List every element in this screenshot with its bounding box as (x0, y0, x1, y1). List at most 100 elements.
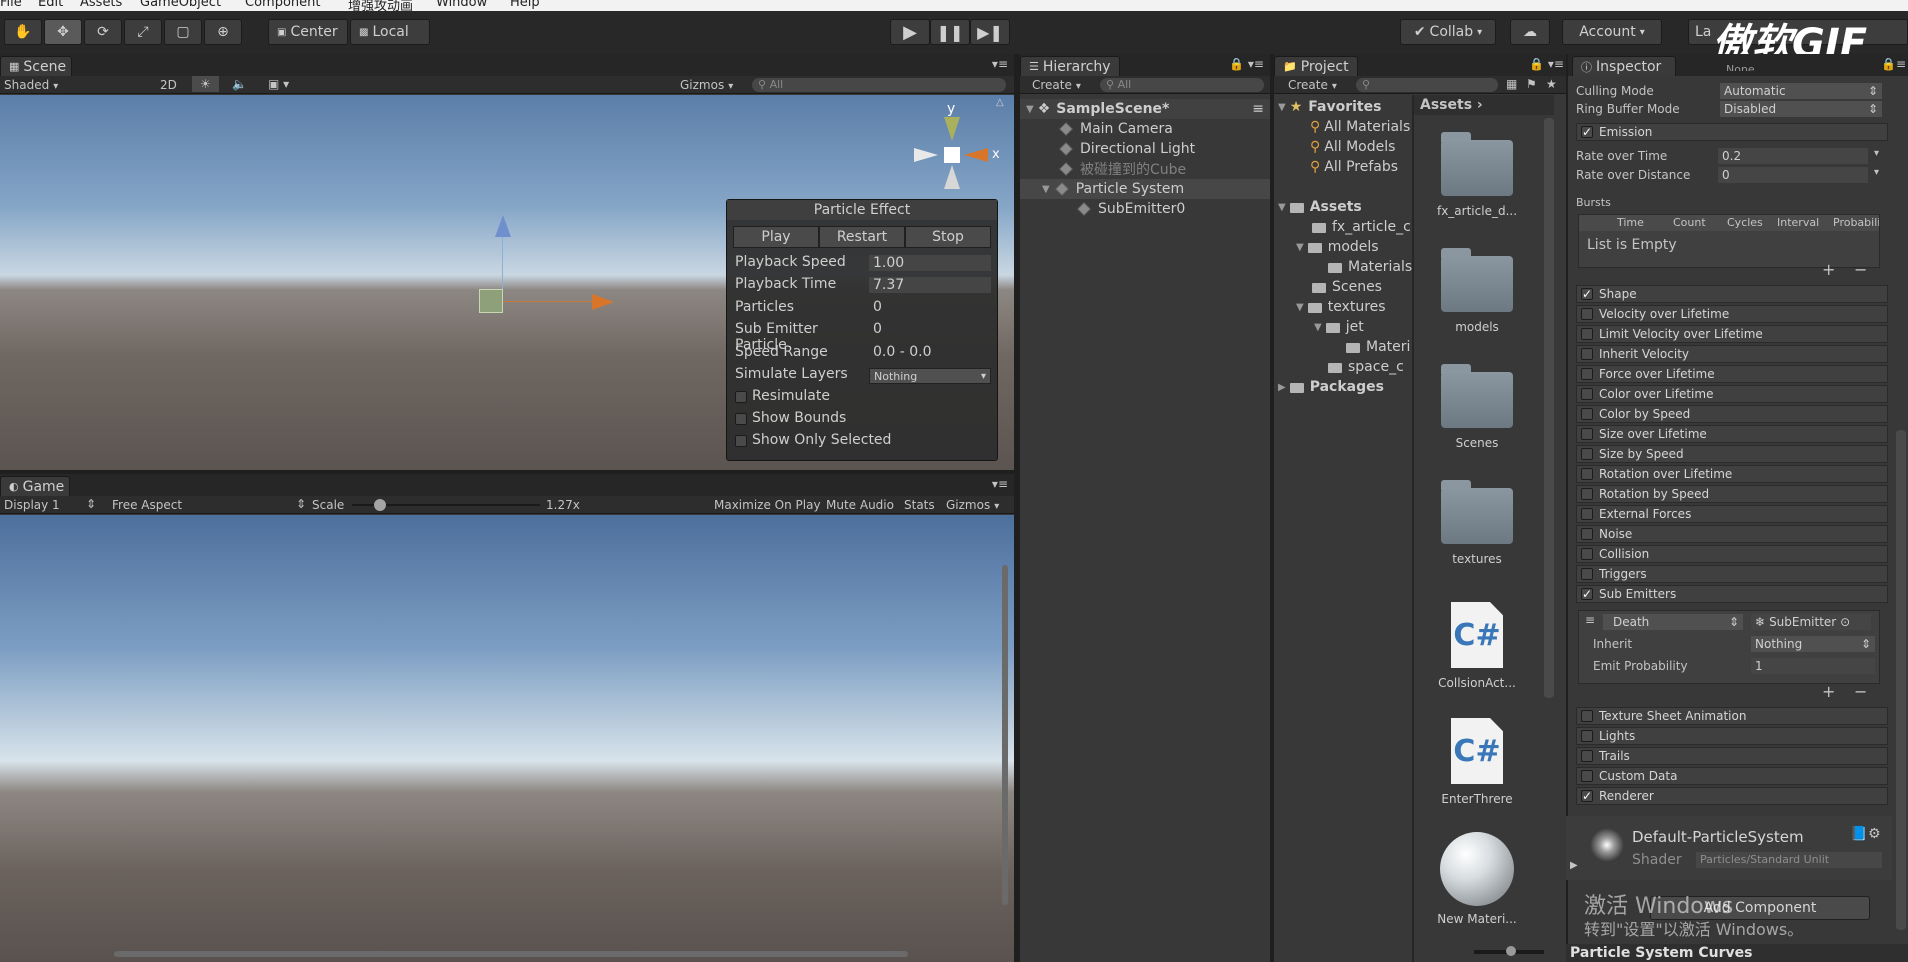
menu-plugin[interactable]: 增强攻动画 (348, 0, 413, 11)
module-trails[interactable]: Trails (1576, 747, 1888, 765)
aspect-dropdown[interactable]: Free Aspect (112, 498, 182, 512)
hierarchy-item-main-camera[interactable]: Main Camera (1059, 119, 1173, 139)
fav-all-models[interactable]: ⚲ All Models (1310, 139, 1395, 155)
shading-dropdown[interactable]: Shaded (4, 78, 146, 92)
folder-space[interactable]: space_c (1328, 359, 1404, 375)
asset-models[interactable]: models (1422, 248, 1532, 334)
gear-icon[interactable]: ⚙ (1868, 826, 1881, 842)
project-grid-scrollbar[interactable] (1544, 118, 1554, 698)
stats-toggle[interactable]: Stats (904, 498, 935, 512)
module-checkbox[interactable] (1581, 568, 1593, 580)
account-dropdown[interactable]: Account (1562, 19, 1662, 45)
expand-icon[interactable]: ▶ (1278, 382, 1286, 393)
module-checkbox[interactable] (1581, 770, 1593, 782)
module-checkbox[interactable] (1581, 408, 1593, 420)
menu-file[interactable]: File (0, 0, 22, 10)
show-only-selected-checkbox[interactable] (735, 435, 747, 447)
scene-search-input[interactable]: ⚲ All (752, 78, 1006, 92)
module-rotation-over-lifetime[interactable]: Rotation over Lifetime (1576, 465, 1888, 483)
maximize-on-play-toggle[interactable]: Maximize On Play (714, 498, 821, 512)
module-size-by-speed[interactable]: Size by Speed (1576, 445, 1888, 463)
folder-textures[interactable]: ▼ textures (1296, 299, 1386, 315)
module-color-over-lifetime[interactable]: Color over Lifetime (1576, 385, 1888, 403)
favorite-star-icon[interactable]: ★ (1546, 77, 1557, 91)
help-book-icon[interactable]: 📘 (1850, 826, 1867, 842)
collapse-icon[interactable]: ▼ (1278, 102, 1286, 113)
fav-all-materials[interactable]: ⚲ All Materials (1310, 119, 1410, 135)
display-dropdown[interactable]: Display 1 (4, 498, 60, 512)
project-menu-icon[interactable]: 🔒 ▾≡ (1529, 57, 1564, 71)
gizmo-x-arrow[interactable] (592, 294, 614, 310)
bursts-remove-button[interactable]: − (1854, 260, 1867, 279)
toggle-2d[interactable]: 2D (160, 78, 177, 92)
particle-curves-header[interactable]: Particle System Curves (1566, 944, 1908, 962)
collab-dropdown[interactable]: ✔ Collab (1400, 19, 1496, 45)
folder-jet-materials[interactable]: Materi (1346, 339, 1410, 355)
module-collision[interactable]: Collision (1576, 545, 1888, 563)
rate-over-time-field[interactable]: 0.2 (1718, 148, 1868, 164)
module-checkbox[interactable] (1581, 308, 1593, 320)
hierarchy-item-collided-cube[interactable]: 被碰撞到的Cube (1059, 159, 1186, 179)
module-checkbox[interactable] (1581, 448, 1593, 460)
pivot-center-button[interactable]: ▣ Center (268, 19, 348, 45)
drag-handle-icon[interactable]: ≡ (1585, 613, 1595, 627)
playback-speed-field[interactable]: 1.00 (869, 255, 991, 271)
culling-mode-dropdown[interactable]: Automatic ⇕ (1720, 83, 1882, 99)
mute-audio-toggle[interactable]: Mute Audio (826, 498, 894, 512)
collapse-icon[interactable]: ▼ (1314, 322, 1322, 333)
filter-type-icon[interactable]: ▦ (1506, 77, 1517, 91)
module-size-over-lifetime[interactable]: Size over Lifetime (1576, 425, 1888, 443)
collapse-icon[interactable]: ▼ (1296, 302, 1304, 313)
resimulate-checkbox[interactable] (735, 391, 747, 403)
sub-emitter-add-button[interactable]: + (1822, 682, 1835, 701)
rate-over-distance-field[interactable]: 0 (1718, 167, 1868, 183)
scene-menu-icon[interactable]: ≡ (1252, 101, 1264, 117)
module-external-forces[interactable]: External Forces (1576, 505, 1888, 523)
transform-tool-button[interactable]: ⊕ (204, 19, 242, 45)
asset-zoom-slider[interactable] (1474, 946, 1544, 956)
scale-slider-thumb[interactable] (374, 499, 387, 511)
collapse-icon[interactable]: ▼ (1026, 104, 1034, 115)
shader-dropdown[interactable]: Particles/Standard Unlit (1696, 852, 1882, 868)
module-noise[interactable]: Noise (1576, 525, 1888, 543)
asset-enter-script[interactable]: C# EnterThrere (1422, 718, 1532, 806)
rate-over-time-curve-dropdown[interactable]: ▾ (1874, 148, 1879, 159)
folder-fx-article[interactable]: fx_article_c (1312, 219, 1411, 235)
module-limit-velocity-over-lifetime[interactable]: Limit Velocity over Lifetime (1576, 325, 1888, 343)
sub-emitter-remove-button[interactable]: − (1854, 682, 1867, 701)
module-checkbox[interactable] (1581, 488, 1593, 500)
hierarchy-create-dropdown[interactable]: Create (1032, 78, 1081, 92)
menu-component[interactable]: Component (245, 0, 320, 10)
folder-models[interactable]: ▼ models (1296, 239, 1379, 255)
hierarchy-scene-row[interactable]: ▼ ❖ SampleScene* ≡ (1020, 99, 1270, 119)
module-color-by-speed[interactable]: Color by Speed (1576, 405, 1888, 423)
tab-scene[interactable]: ▦ Scene (0, 56, 72, 76)
folder-scenes[interactable]: Scenes (1312, 279, 1382, 295)
module-checkbox[interactable] (1581, 548, 1593, 560)
gizmos-dropdown[interactable]: Gizmos (680, 78, 733, 92)
tab-inspector[interactable]: ⓘ Inspector (1572, 56, 1676, 76)
module-checkbox[interactable] (1581, 368, 1593, 380)
play-button[interactable]: ▶ (890, 19, 930, 45)
project-breadcrumb[interactable]: Assets › (1414, 95, 1554, 115)
asset-collision-script[interactable]: C# CollsionAct... (1422, 602, 1532, 690)
menu-assets[interactable]: Assets (80, 0, 122, 10)
audio-toggle[interactable]: 🔈 (232, 77, 247, 91)
module-checkbox[interactable] (1581, 528, 1593, 540)
aspect-dropdown-arrow[interactable]: ⇕ (296, 497, 306, 511)
sub-emitter-object-field[interactable]: ❄ SubEmitter ⊙ (1751, 614, 1871, 630)
hierarchy-menu-icon[interactable]: 🔒 ▾≡ (1229, 57, 1264, 71)
rotate-tool-button[interactable]: ⟳ (84, 19, 122, 45)
module-checkbox[interactable] (1581, 388, 1593, 400)
emission-checkbox[interactable] (1581, 124, 1593, 140)
orientation-center-cube[interactable] (944, 147, 960, 163)
asset-zoom-thumb[interactable] (1506, 946, 1516, 956)
folder-jet[interactable]: ▼ jet (1314, 319, 1364, 335)
module-checkbox[interactable] (1581, 710, 1593, 722)
game-horizontal-scrollbar[interactable] (114, 951, 908, 957)
project-search-input[interactable]: ⚲ (1356, 78, 1498, 92)
module-checkbox[interactable] (1581, 750, 1593, 762)
menu-help[interactable]: Help (510, 0, 540, 10)
particle-play-button[interactable]: Play (733, 226, 819, 248)
favorites-row[interactable]: ▼ ★ Favorites (1278, 99, 1381, 115)
